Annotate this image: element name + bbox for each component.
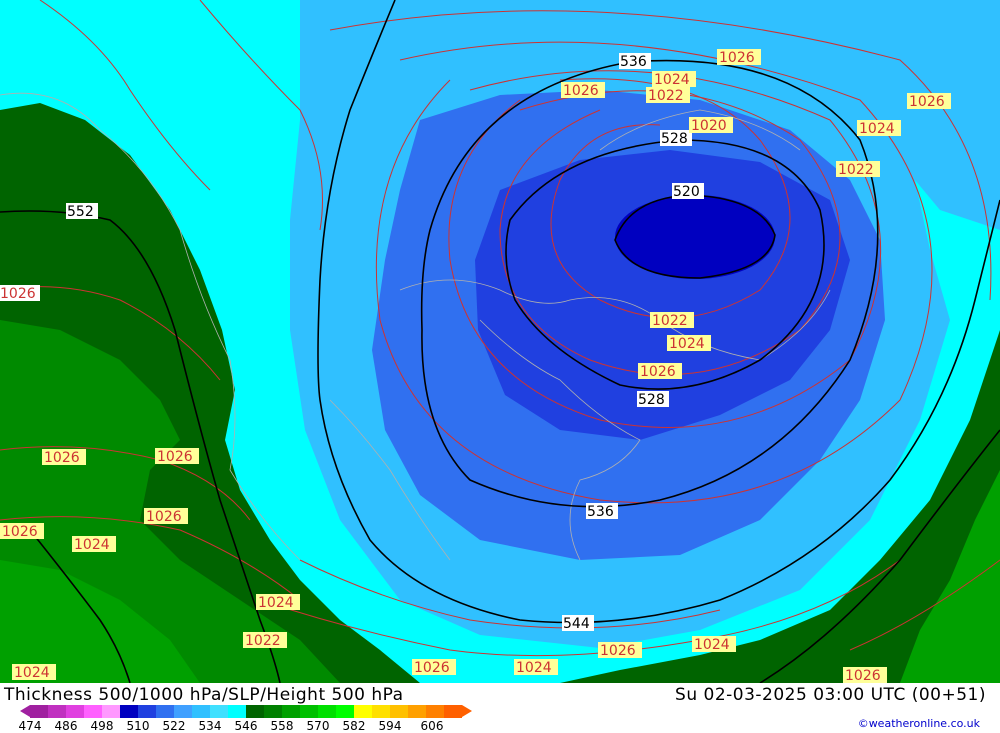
color-swatch bbox=[264, 705, 282, 718]
color-swatch bbox=[66, 705, 84, 718]
weather-map: 536 528 520 528 536 544 552 1026 1024 10… bbox=[0, 0, 1000, 683]
slp-label: 1026 bbox=[157, 449, 193, 465]
slp-label: 1026 bbox=[909, 94, 945, 110]
slp-label: 1026 bbox=[640, 364, 676, 380]
height-label: 544 bbox=[563, 616, 590, 632]
slp-label: 1026 bbox=[44, 450, 80, 466]
slp-label: 1026 bbox=[2, 524, 38, 540]
scale-tick-label: 534 bbox=[198, 719, 222, 733]
map-title: Thickness 500/1000 hPa/SLP/Height 500 hP… bbox=[4, 685, 404, 705]
slp-label: 1024 bbox=[669, 336, 705, 352]
color-swatch bbox=[138, 705, 156, 718]
color-scale bbox=[20, 705, 472, 718]
credit-link[interactable]: ©weatheronline.co.uk bbox=[858, 717, 980, 730]
scale-tick-label: 474 bbox=[18, 719, 42, 733]
scale-tick-label: 546 bbox=[234, 719, 258, 733]
map-footer: Thickness 500/1000 hPa/SLP/Height 500 hP… bbox=[0, 683, 1000, 733]
color-swatch bbox=[102, 705, 120, 718]
color-swatch bbox=[282, 705, 300, 718]
scale-tail-icon bbox=[20, 705, 30, 717]
slp-label: 1020 bbox=[691, 118, 727, 134]
slp-label: 1026 bbox=[845, 668, 881, 683]
scale-tick-label: 594 bbox=[378, 719, 402, 733]
scale-arrow-icon bbox=[462, 705, 472, 717]
height-label: 528 bbox=[661, 131, 688, 147]
color-swatch bbox=[354, 705, 372, 718]
slp-label: 1022 bbox=[652, 313, 688, 329]
slp-label: 1024 bbox=[654, 72, 690, 88]
slp-label: 1022 bbox=[245, 633, 281, 649]
slp-label: 1024 bbox=[516, 660, 552, 676]
slp-label: 1024 bbox=[14, 665, 50, 681]
slp-labels: 1026 1024 1022 1026 1020 1026 1024 1022 … bbox=[0, 49, 951, 683]
slp-label: 1026 bbox=[563, 83, 599, 99]
height-label: 552 bbox=[67, 204, 94, 220]
color-swatch bbox=[426, 705, 444, 718]
slp-label: 1024 bbox=[74, 537, 110, 553]
color-swatch bbox=[336, 705, 354, 718]
slp-label: 1022 bbox=[838, 162, 874, 178]
height-label: 520 bbox=[673, 184, 700, 200]
scale-tick-label: 498 bbox=[90, 719, 114, 733]
scale-tick-label: 522 bbox=[162, 719, 186, 733]
color-swatch bbox=[372, 705, 390, 718]
color-swatch bbox=[444, 705, 462, 718]
slp-label: 1026 bbox=[600, 643, 636, 659]
slp-label: 1026 bbox=[0, 286, 36, 302]
slp-label: 1024 bbox=[859, 121, 895, 137]
color-swatch bbox=[30, 705, 48, 718]
slp-label: 1026 bbox=[719, 50, 755, 66]
height-label: 528 bbox=[638, 392, 665, 408]
slp-label: 1026 bbox=[414, 660, 450, 676]
color-swatch bbox=[174, 705, 192, 718]
color-swatch bbox=[228, 705, 246, 718]
color-swatch bbox=[120, 705, 138, 718]
valid-time: Su 02-03-2025 03:00 UTC (00+51) bbox=[675, 685, 986, 705]
scale-tick-label: 486 bbox=[54, 719, 78, 733]
slp-label: 1026 bbox=[146, 509, 182, 525]
color-swatch bbox=[84, 705, 102, 718]
scale-tick-label: 558 bbox=[270, 719, 294, 733]
height-label: 536 bbox=[587, 504, 614, 520]
color-swatch bbox=[300, 705, 318, 718]
slp-label: 1024 bbox=[258, 595, 294, 611]
scale-tick-label: 510 bbox=[126, 719, 150, 733]
color-swatch bbox=[408, 705, 426, 718]
scale-tick-label: 606 bbox=[420, 719, 444, 733]
height-labels: 536 528 520 528 536 544 552 bbox=[66, 53, 704, 632]
color-swatch bbox=[156, 705, 174, 718]
scale-tick-label: 582 bbox=[342, 719, 366, 733]
color-swatch bbox=[390, 705, 408, 718]
height-label: 536 bbox=[620, 54, 647, 70]
color-swatch bbox=[210, 705, 228, 718]
scale-tick-label: 570 bbox=[306, 719, 330, 733]
color-swatch bbox=[192, 705, 210, 718]
slp-label: 1022 bbox=[648, 88, 684, 104]
color-swatch bbox=[246, 705, 264, 718]
color-swatch bbox=[48, 705, 66, 718]
color-swatch bbox=[318, 705, 336, 718]
slp-label: 1024 bbox=[694, 637, 730, 653]
